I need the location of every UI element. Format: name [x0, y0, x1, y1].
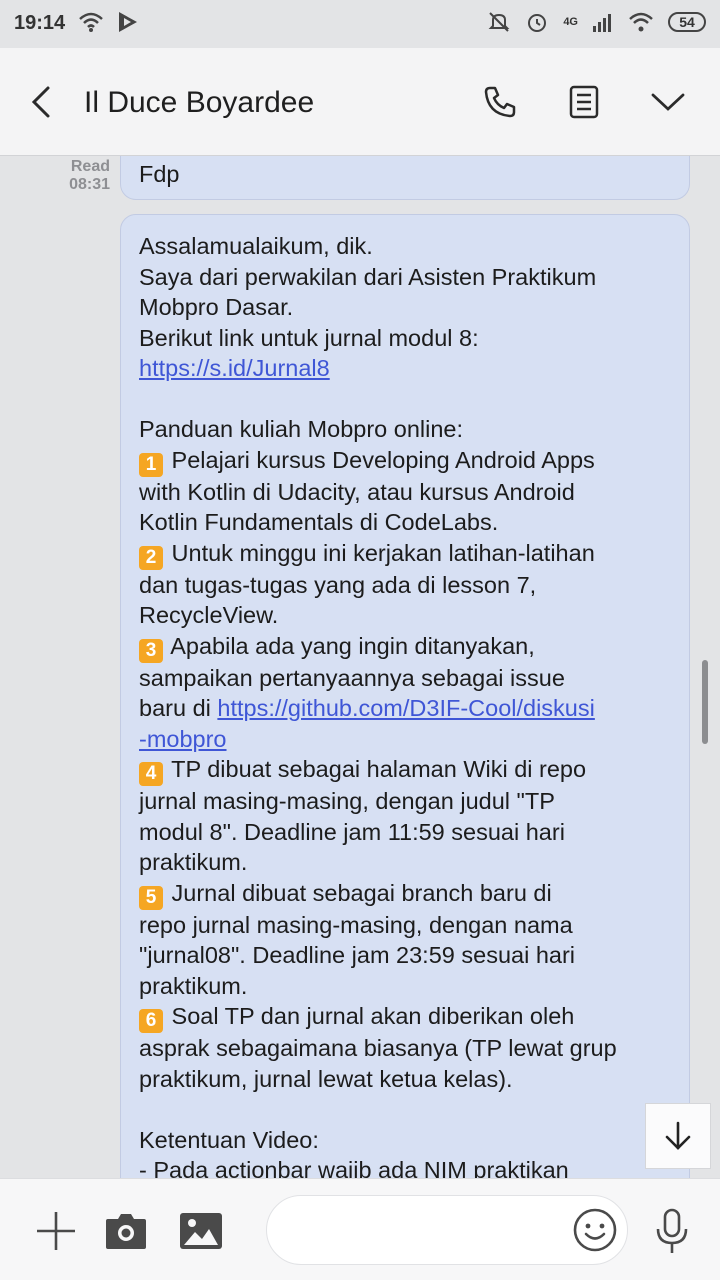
- message-paragraph: Assalamualaikum, dik. Saya dari perwakil…: [139, 233, 597, 351]
- message-bubble[interactable]: Assalamualaikum, dik. Saya dari perwakil…: [120, 214, 690, 1178]
- message-link[interactable]: https://s.id/Jurnal8: [139, 355, 330, 381]
- list-item-text: Soal TP dan jurnal akan diberikan oleh a…: [139, 1003, 617, 1092]
- message-bubble[interactable]: Fdp: [120, 156, 690, 200]
- status-time: 19:14: [14, 12, 66, 34]
- scroll-down-button[interactable]: [645, 1103, 711, 1169]
- scrollbar-thumb[interactable]: [702, 660, 708, 744]
- phone-icon[interactable]: [480, 82, 520, 122]
- message-text: Assalamualaikum, dik. Saya dari perwakil…: [139, 231, 671, 1178]
- play-store-icon: [119, 12, 137, 32]
- status-bar: 19:14 4G 54: [0, 0, 720, 48]
- message-time: 08:31: [69, 176, 110, 193]
- message-paragraph: Panduan kuliah Mobpro online:: [139, 416, 464, 442]
- number-2-icon: 2: [139, 545, 163, 570]
- emoji-icon[interactable]: [572, 1207, 618, 1253]
- number-5-icon: 5: [139, 885, 163, 910]
- battery-indicator: 54: [668, 12, 706, 32]
- chat-area[interactable]: Read 08:31 Fdp Assalamualaikum, dik. Say…: [0, 156, 720, 1178]
- back-arrow-icon[interactable]: [24, 82, 60, 122]
- plus-icon[interactable]: [34, 1209, 78, 1253]
- input-bar: [0, 1178, 720, 1280]
- list-item-text: Jurnal dibuat sebagai branch baru di rep…: [139, 879, 576, 999]
- number-3-icon: 3: [139, 638, 163, 663]
- image-icon[interactable]: [178, 1211, 224, 1251]
- network-type: 4G: [563, 16, 578, 28]
- list-item-text: TP dibuat sebagai halaman Wiki di repo j…: [139, 756, 587, 875]
- list-item-text: Pelajari kursus Developing Android Apps …: [139, 446, 595, 536]
- arrow-down-icon: [665, 1121, 691, 1150]
- message-text: Fdp: [139, 161, 180, 187]
- notes-icon[interactable]: [564, 82, 604, 122]
- status-left-icons: [78, 10, 140, 34]
- microphone-icon[interactable]: [652, 1207, 692, 1257]
- number-6-icon: 6: [139, 1009, 163, 1033]
- mute-icon: [488, 12, 510, 32]
- chevron-down-icon[interactable]: [648, 82, 688, 122]
- message-paragraph: Ketentuan Video: - Pada actionbar wajib …: [139, 1126, 569, 1179]
- signal-icon: [593, 14, 611, 32]
- chat-header: Il Duce Boyardee: [0, 48, 720, 156]
- camera-icon[interactable]: [104, 1209, 148, 1253]
- read-status: Read: [70, 158, 110, 175]
- wifi-icon: [79, 12, 103, 32]
- wifi-status-icon: [629, 12, 653, 32]
- alarm-icon: [528, 14, 547, 32]
- number-1-icon: 1: [139, 452, 163, 477]
- number-4-icon: 4: [139, 762, 163, 786]
- message-meta: Read 08:31: [62, 158, 110, 194]
- list-item-text: Untuk minggu ini kerjakan latihan-latiha…: [139, 539, 595, 629]
- chat-title: Il Duce Boyardee: [84, 86, 315, 119]
- status-right-icons: 4G 54: [487, 10, 706, 34]
